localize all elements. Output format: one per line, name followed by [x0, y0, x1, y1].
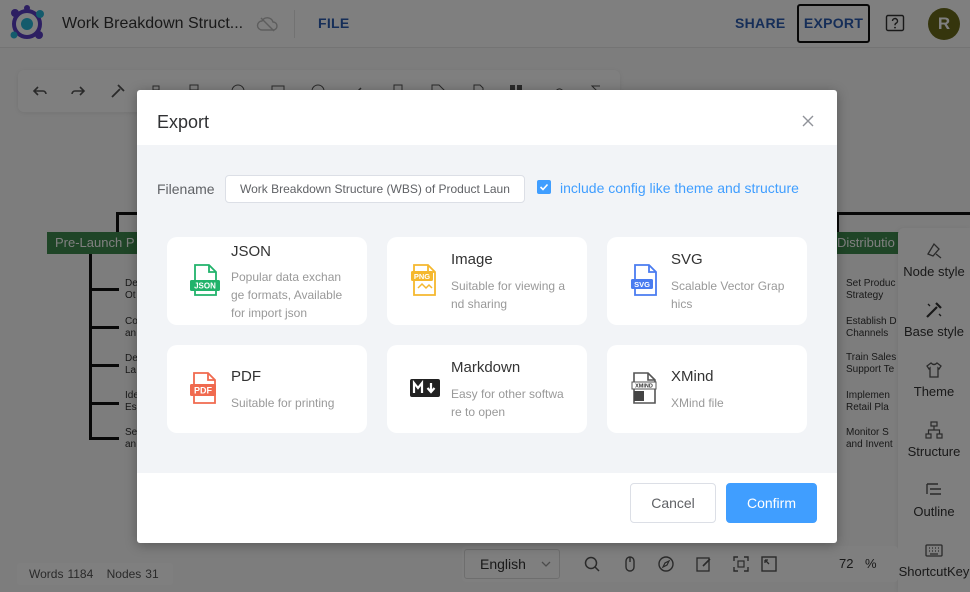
export-option-json[interactable]: JSON JSON Popular data exchange formats,…: [167, 237, 367, 325]
filename-label: Filename: [157, 181, 215, 197]
export-option-title: PDF: [231, 368, 261, 385]
dialog-body: Filename include config like theme and s…: [137, 145, 837, 473]
svg-text:SVG: SVG: [634, 280, 650, 289]
export-option-title: XMind: [671, 368, 714, 385]
png-file-icon: PNG: [411, 264, 436, 296]
xmind-file-icon: XMIND: [631, 372, 657, 404]
export-option-image[interactable]: PNG Image Suitable for viewing and shari…: [387, 237, 587, 325]
export-option-desc: Scalable Vector Graphics: [671, 279, 785, 311]
export-option-xmind[interactable]: XMIND XMind XMind file: [607, 345, 807, 433]
svg-file-icon: SVG: [631, 264, 657, 296]
pdf-file-icon: PDF: [190, 372, 216, 404]
dialog-title: Export: [157, 112, 210, 132]
export-option-desc: Popular data exchange formats, Available…: [231, 270, 343, 320]
export-option-markdown[interactable]: Markdown Easy for other software to open: [387, 345, 587, 433]
export-option-title: Markdown: [451, 359, 521, 376]
confirm-button[interactable]: Confirm: [726, 483, 817, 523]
svg-text:JSON: JSON: [194, 282, 216, 291]
export-option-pdf[interactable]: PDF PDF Suitable for printing: [167, 345, 367, 433]
export-option-svg[interactable]: SVG SVG Scalable Vector Graphics: [607, 237, 807, 325]
export-dialog: Export Filename include config like them…: [137, 90, 837, 543]
include-config-checkbox[interactable]: [537, 180, 551, 194]
dialog-header: Export: [137, 90, 837, 145]
cancel-button[interactable]: Cancel: [630, 483, 716, 523]
markdown-icon: [410, 379, 440, 397]
svg-text:PNG: PNG: [414, 272, 430, 281]
filename-input[interactable]: [225, 175, 525, 203]
export-option-desc: Suitable for viewing and sharing: [451, 279, 566, 311]
export-option-title: Image: [451, 251, 493, 268]
close-icon[interactable]: [801, 114, 815, 128]
include-config-label[interactable]: include config like theme and structure: [560, 180, 799, 196]
dialog-footer: Cancel Confirm: [137, 473, 837, 543]
svg-text:XMIND: XMIND: [635, 384, 653, 390]
export-option-desc: XMind file: [671, 396, 724, 410]
export-option-desc: Suitable for printing: [231, 396, 335, 410]
checkmark-icon: [539, 183, 549, 191]
svg-text:PDF: PDF: [194, 386, 213, 396]
export-option-title: SVG: [671, 251, 703, 268]
json-file-icon: JSON: [190, 264, 220, 296]
export-option-desc: Easy for other software to open: [451, 387, 564, 419]
export-option-title: JSON: [231, 243, 272, 260]
